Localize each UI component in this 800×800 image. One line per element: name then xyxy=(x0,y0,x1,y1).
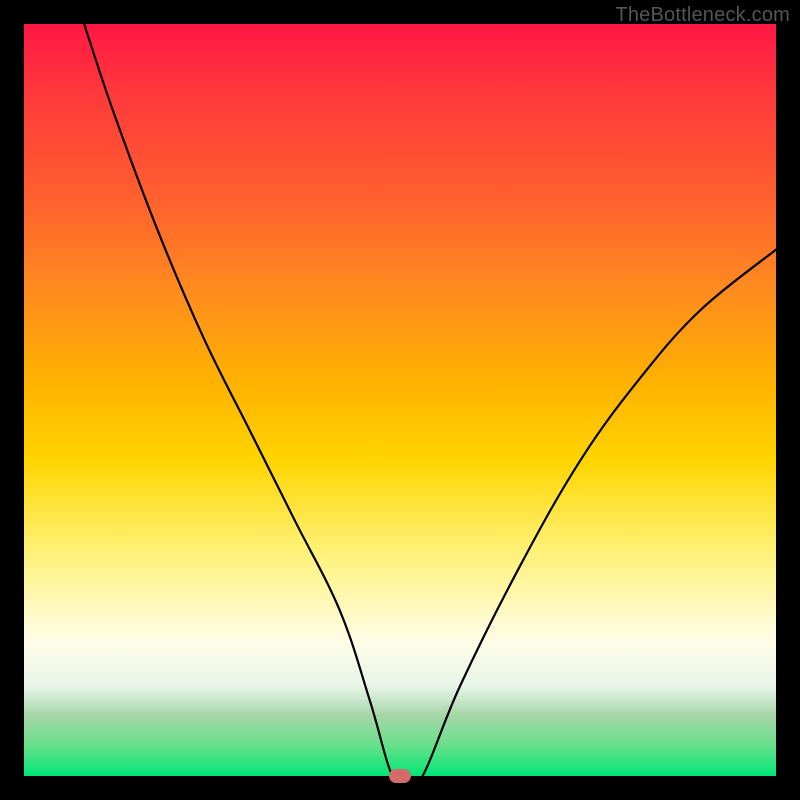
chart-plot-area xyxy=(24,24,776,776)
chart-minimum-marker xyxy=(389,769,411,783)
watermark-text: TheBottleneck.com xyxy=(615,4,790,27)
chart-frame: TheBottleneck.com xyxy=(0,0,800,800)
chart-curve xyxy=(24,24,776,776)
